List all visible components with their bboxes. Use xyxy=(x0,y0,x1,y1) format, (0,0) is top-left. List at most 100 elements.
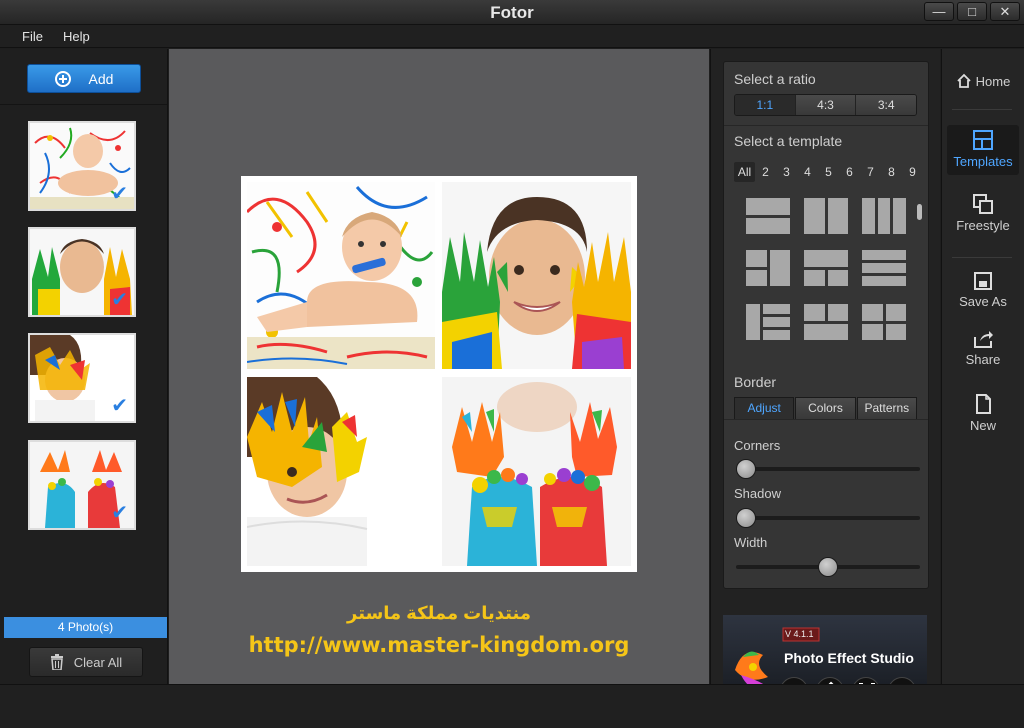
slider-knob[interactable] xyxy=(736,459,756,479)
menu-help[interactable]: Help xyxy=(63,29,90,44)
menu-bar: File Help xyxy=(0,25,1024,48)
collage-frame xyxy=(241,176,637,572)
tab-adjust[interactable]: Adjust xyxy=(734,397,795,419)
templates-icon xyxy=(973,130,993,150)
maximize-icon: □ xyxy=(968,4,976,19)
photo-thumbnail[interactable]: ✔ xyxy=(28,121,136,211)
template-scrollbar[interactable] xyxy=(917,204,922,220)
collage-cell[interactable] xyxy=(247,377,435,566)
filter-6[interactable]: 6 xyxy=(839,162,860,182)
filter-5[interactable]: 5 xyxy=(818,162,839,182)
sidebar-item-freestyle[interactable]: Freestyle xyxy=(947,191,1019,241)
photo-thumbnail[interactable]: ✔ xyxy=(28,227,136,317)
collage-cell[interactable] xyxy=(442,377,631,566)
divider xyxy=(0,104,167,105)
filter-all[interactable]: All xyxy=(734,162,755,182)
sidebar-label-new: New xyxy=(969,418,996,433)
slider-knob[interactable] xyxy=(818,557,838,577)
options-box: Select a ratio 1:1 4:3 3:4 Select a temp… xyxy=(723,61,929,589)
template-2-rows[interactable] xyxy=(746,198,790,234)
save-icon xyxy=(974,272,992,290)
divider xyxy=(952,109,1012,110)
border-tabs: Adjust Colors Patterns xyxy=(734,397,917,419)
selected-check-icon: ✔ xyxy=(111,502,128,524)
filter-8[interactable]: 8 xyxy=(881,162,902,182)
ratio-selector: 1:1 4:3 3:4 xyxy=(734,94,917,116)
width-slider[interactable] xyxy=(736,557,920,577)
slider-knob[interactable] xyxy=(736,508,756,528)
template-col-split[interactable] xyxy=(746,250,790,286)
shadow-slider[interactable] xyxy=(736,508,920,528)
template-bottom-wide[interactable] xyxy=(804,304,848,340)
collage-cell[interactable] xyxy=(247,182,435,369)
template-3-rows[interactable] xyxy=(862,250,906,286)
sidebar-item-share[interactable]: Share xyxy=(947,329,1019,375)
sidebar-item-new[interactable]: New xyxy=(947,393,1019,439)
minimize-button[interactable]: — xyxy=(924,2,954,21)
sidebar-item-save-as[interactable]: Save As xyxy=(947,271,1019,315)
options-panel: Select a ratio 1:1 4:3 3:4 Select a temp… xyxy=(710,49,940,715)
photo-girl-face xyxy=(247,377,435,566)
title-bar: Fotor — □ ✕ xyxy=(0,0,1024,25)
photo-thumbnail[interactable]: ✔ xyxy=(28,440,136,530)
sidebar-label-share: Share xyxy=(965,352,1001,367)
home-icon xyxy=(957,73,971,88)
selected-check-icon: ✔ xyxy=(111,395,128,417)
template-title: Select a template xyxy=(734,133,843,149)
template-side-stack[interactable] xyxy=(746,304,790,340)
divider xyxy=(724,125,928,126)
template-filter: All 2 3 4 5 6 7 8 9 xyxy=(734,162,923,182)
template-4-grid[interactable] xyxy=(862,304,906,340)
sidebar-label-home: Home xyxy=(975,73,1011,89)
add-photo-button[interactable]: Add xyxy=(27,64,141,93)
share-icon xyxy=(974,331,993,348)
sidebar-label-freestyle: Freestyle xyxy=(956,218,1010,233)
filter-4[interactable]: 4 xyxy=(797,162,818,182)
ratio-option-3-4[interactable]: 3:4 xyxy=(856,95,916,115)
filter-7[interactable]: 7 xyxy=(860,162,881,182)
main-sidebar: Home Templates Freestyle Save As Share N… xyxy=(941,49,1024,684)
tab-colors[interactable]: Colors xyxy=(795,397,856,419)
add-button-label: Add xyxy=(88,70,114,87)
watermark-url: http://www.master-kingdom.org xyxy=(248,633,630,657)
ratio-option-4-3[interactable]: 4:3 xyxy=(795,95,857,115)
collage-cell[interactable] xyxy=(442,182,631,369)
filter-2[interactable]: 2 xyxy=(755,162,776,182)
photo-baby-paint xyxy=(247,182,435,369)
photo-list-panel: Add ✔ ✔ ✔ ✔ 4 Photo(s) Clear All xyxy=(0,49,168,684)
maximize-button[interactable]: □ xyxy=(957,2,987,21)
filter-3[interactable]: 3 xyxy=(776,162,797,182)
sidebar-item-home[interactable]: Home xyxy=(947,63,1019,99)
photo-count: 4 Photo(s) xyxy=(4,617,167,638)
freestyle-icon xyxy=(973,194,993,214)
clear-all-button[interactable]: Clear All xyxy=(29,647,143,677)
filter-9[interactable]: 9 xyxy=(902,162,923,182)
template-3-cols[interactable] xyxy=(862,198,906,234)
window-title: Fotor xyxy=(490,3,534,22)
new-file-icon xyxy=(976,394,991,414)
corners-slider[interactable] xyxy=(736,459,920,479)
selected-check-icon: ✔ xyxy=(111,289,128,311)
shadow-label: Shadow xyxy=(734,486,781,501)
close-icon: ✕ xyxy=(999,3,1011,19)
minimize-icon: — xyxy=(932,4,946,19)
sidebar-item-templates[interactable]: Templates xyxy=(947,125,1019,175)
collage-canvas: منتديات مملكة ماستر http://www.master-ki… xyxy=(169,49,709,684)
selected-check-icon: ✔ xyxy=(111,183,128,205)
ratio-option-1-1[interactable]: 1:1 xyxy=(735,95,796,115)
promo-title: Photo Effect Studio xyxy=(784,650,914,666)
menu-file[interactable]: File xyxy=(22,29,43,44)
template-top-wide[interactable] xyxy=(804,250,848,286)
border-title: Border xyxy=(734,374,777,390)
sidebar-label-templates: Templates xyxy=(953,154,1013,169)
watermark-arabic: منتديات مملكة ماستر xyxy=(347,603,531,623)
close-button[interactable]: ✕ xyxy=(990,2,1020,21)
width-label: Width xyxy=(734,535,768,550)
tab-patterns[interactable]: Patterns xyxy=(856,397,917,419)
photo-thumbnail[interactable]: ✔ xyxy=(28,333,136,423)
trash-icon xyxy=(50,654,63,670)
promo-version: V 4.1.1 xyxy=(785,629,814,639)
divider xyxy=(952,257,1012,258)
clear-all-label: Clear All xyxy=(73,654,123,670)
template-2-cols[interactable] xyxy=(804,198,848,234)
